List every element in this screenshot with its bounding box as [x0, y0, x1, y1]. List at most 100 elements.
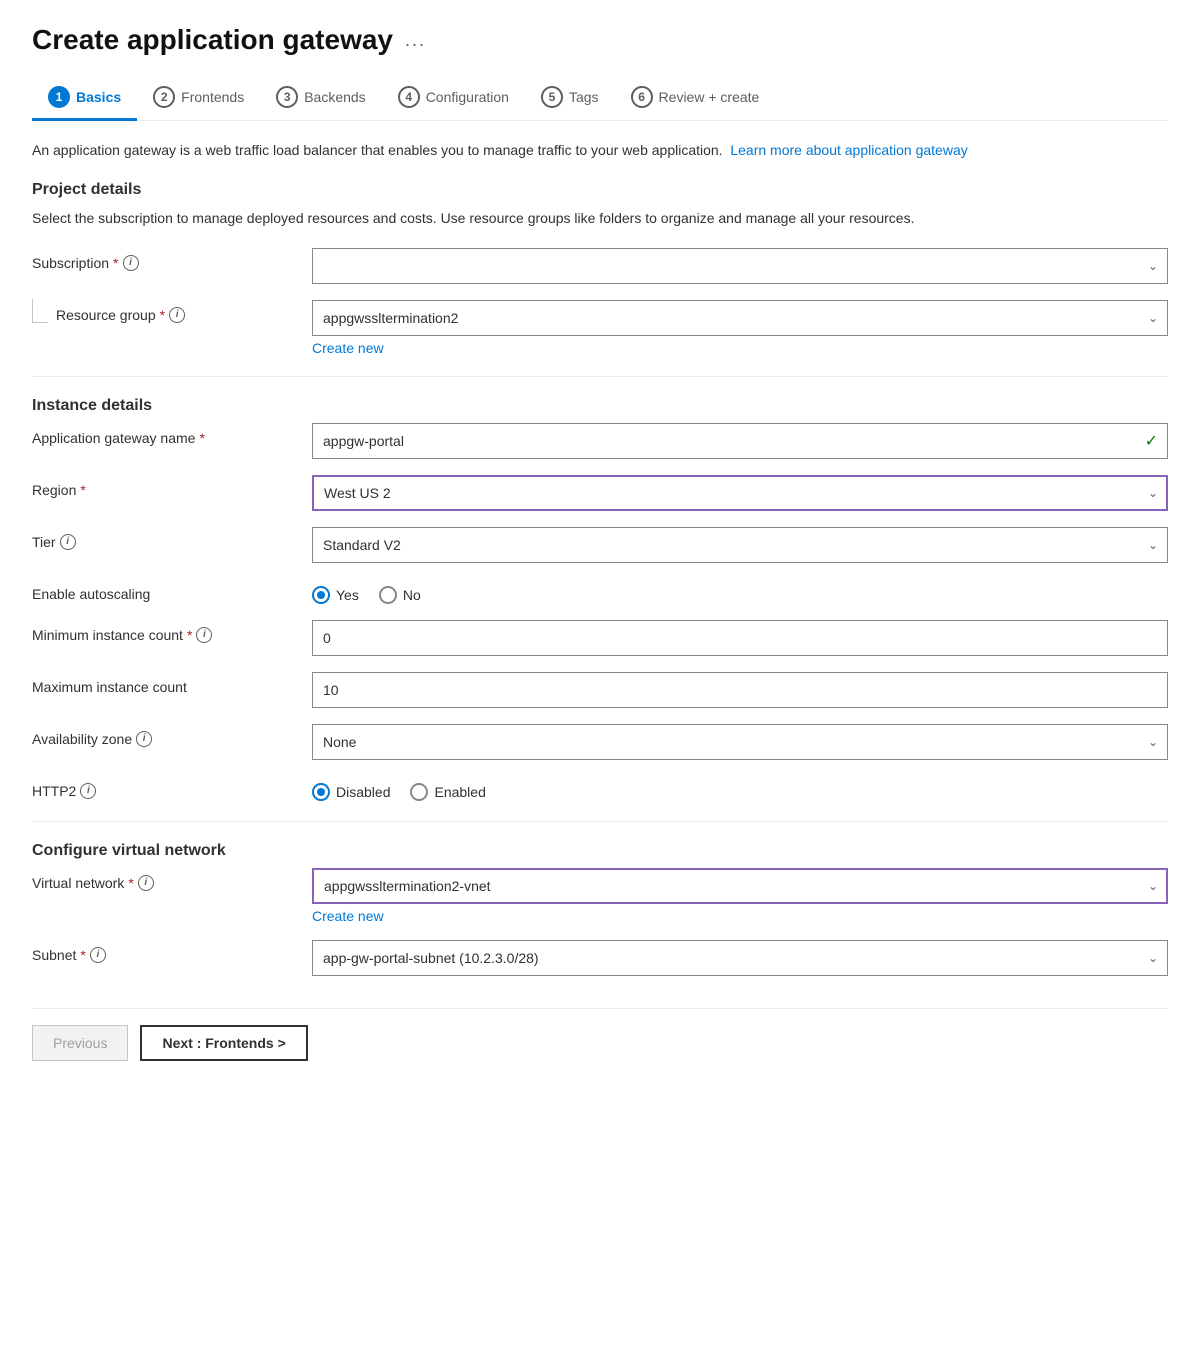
- gateway-name-input-wrapper: ✓: [312, 423, 1168, 459]
- tier-label: Tier: [32, 534, 56, 550]
- tier-select[interactable]: Standard V2: [312, 527, 1168, 563]
- min-instance-label-col: Minimum instance count * i: [32, 620, 312, 643]
- page-title: Create application gateway: [32, 24, 393, 56]
- resource-group-label: Resource group: [56, 307, 156, 323]
- tab-label-configuration: Configuration: [426, 89, 509, 105]
- resource-group-select-wrapper: appgwssltermination2 ⌄: [312, 300, 1168, 336]
- learn-more-suffix[interactable]: about application gateway: [802, 142, 968, 158]
- http2-disabled-option[interactable]: Disabled: [312, 783, 390, 801]
- max-instance-input[interactable]: [312, 672, 1168, 708]
- region-select-wrapper: West US 2 ⌄: [312, 475, 1168, 511]
- subnet-label: Subnet: [32, 947, 76, 963]
- tab-number-4: 4: [398, 86, 420, 108]
- tier-info-icon[interactable]: i: [60, 534, 76, 550]
- tier-control: Standard V2 ⌄: [312, 527, 1168, 563]
- tab-tags[interactable]: 5 Tags: [525, 76, 615, 121]
- ellipsis-menu-button[interactable]: ...: [405, 30, 426, 51]
- page-description: An application gateway is a web traffic …: [32, 139, 1168, 161]
- min-instance-input[interactable]: [312, 620, 1168, 656]
- http2-info-icon[interactable]: i: [80, 783, 96, 799]
- tab-backends[interactable]: 3 Backends: [260, 76, 381, 121]
- subscription-label: Subscription: [32, 255, 109, 271]
- autoscaling-control: Yes No: [312, 579, 1168, 604]
- virtual-network-header: Configure virtual network: [32, 842, 1168, 860]
- min-instance-required: *: [187, 627, 192, 643]
- tab-number-6: 6: [631, 86, 653, 108]
- resource-group-label-col: Resource group * i: [32, 300, 312, 323]
- region-control: West US 2 ⌄: [312, 475, 1168, 511]
- tab-number-1: 1: [48, 86, 70, 108]
- tab-number-3: 3: [276, 86, 298, 108]
- description-text: An application gateway is a web traffic …: [32, 142, 723, 158]
- http2-enabled-radio[interactable]: [410, 783, 428, 801]
- virtual-network-row: Virtual network * i appgwssltermination2…: [32, 868, 1168, 924]
- subnet-control: app-gw-portal-subnet (10.2.3.0/28) ⌄: [312, 940, 1168, 976]
- gateway-name-label-col: Application gateway name *: [32, 423, 312, 446]
- virtual-network-info-icon[interactable]: i: [138, 875, 154, 891]
- gateway-name-input[interactable]: [312, 423, 1168, 459]
- virtual-network-create-new-link[interactable]: Create new: [312, 908, 1168, 924]
- tier-label-col: Tier i: [32, 527, 312, 550]
- autoscaling-no-label: No: [403, 587, 421, 603]
- tab-review-create[interactable]: 6 Review + create: [615, 76, 776, 121]
- http2-control: Disabled Enabled: [312, 776, 1168, 801]
- resource-group-required: *: [160, 307, 165, 323]
- availability-zone-select-wrapper: None ⌄: [312, 724, 1168, 760]
- subscription-select[interactable]: [312, 248, 1168, 284]
- project-details-header: Project details: [32, 181, 1168, 199]
- learn-more-link[interactable]: Learn more: [730, 142, 802, 158]
- next-button[interactable]: Next : Frontends >: [140, 1025, 307, 1061]
- autoscaling-label-col: Enable autoscaling: [32, 579, 312, 602]
- virtual-network-control: appgwssltermination2-vnet ⌄ Create new: [312, 868, 1168, 924]
- tab-label-tags: Tags: [569, 89, 599, 105]
- http2-label-col: HTTP2 i: [32, 776, 312, 799]
- http2-enabled-label: Enabled: [434, 784, 485, 800]
- autoscaling-row: Enable autoscaling Yes No: [32, 579, 1168, 604]
- subnet-required: *: [80, 947, 85, 963]
- virtual-network-select[interactable]: appgwssltermination2-vnet: [312, 868, 1168, 904]
- tier-select-wrapper: Standard V2 ⌄: [312, 527, 1168, 563]
- availability-zone-select[interactable]: None: [312, 724, 1168, 760]
- autoscaling-yes-option[interactable]: Yes: [312, 586, 359, 604]
- subnet-info-icon[interactable]: i: [90, 947, 106, 963]
- tab-label-basics: Basics: [76, 89, 121, 105]
- max-instance-control: [312, 672, 1168, 708]
- subnet-select[interactable]: app-gw-portal-subnet (10.2.3.0/28): [312, 940, 1168, 976]
- previous-button[interactable]: Previous: [32, 1025, 128, 1061]
- subnet-select-wrapper: app-gw-portal-subnet (10.2.3.0/28) ⌄: [312, 940, 1168, 976]
- tier-row: Tier i Standard V2 ⌄: [32, 527, 1168, 563]
- autoscaling-label: Enable autoscaling: [32, 586, 150, 602]
- autoscaling-no-radio[interactable]: [379, 586, 397, 604]
- http2-label: HTTP2: [32, 783, 76, 799]
- virtual-network-label: Virtual network: [32, 875, 124, 891]
- virtual-network-select-wrapper: appgwssltermination2-vnet ⌄: [312, 868, 1168, 904]
- resource-group-info-icon[interactable]: i: [169, 307, 185, 323]
- tab-frontends[interactable]: 2 Frontends: [137, 76, 260, 121]
- virtual-network-required: *: [128, 875, 133, 891]
- tab-label-review-create: Review + create: [659, 89, 760, 105]
- availability-zone-control: None ⌄: [312, 724, 1168, 760]
- region-select[interactable]: West US 2: [312, 475, 1168, 511]
- tab-configuration[interactable]: 4 Configuration: [382, 76, 525, 121]
- max-instance-row: Maximum instance count: [32, 672, 1168, 708]
- availability-zone-info-icon[interactable]: i: [136, 731, 152, 747]
- resource-group-select[interactable]: appgwssltermination2: [312, 300, 1168, 336]
- resource-group-row: Resource group * i appgwssltermination2 …: [32, 300, 1168, 356]
- tab-basics[interactable]: 1 Basics: [32, 76, 137, 121]
- min-instance-info-icon[interactable]: i: [196, 627, 212, 643]
- subscription-row: Subscription * i ⌄: [32, 248, 1168, 284]
- autoscaling-no-option[interactable]: No: [379, 586, 421, 604]
- min-instance-label: Minimum instance count: [32, 627, 183, 643]
- subscription-info-icon[interactable]: i: [123, 255, 139, 271]
- subscription-label-col: Subscription * i: [32, 248, 312, 271]
- subscription-control: ⌄: [312, 248, 1168, 284]
- region-row: Region * West US 2 ⌄: [32, 475, 1168, 511]
- section-divider-1: [32, 376, 1168, 377]
- gateway-name-row: Application gateway name * ✓: [32, 423, 1168, 459]
- http2-disabled-radio[interactable]: [312, 783, 330, 801]
- tab-number-5: 5: [541, 86, 563, 108]
- http2-enabled-option[interactable]: Enabled: [410, 783, 485, 801]
- resource-group-create-new-link[interactable]: Create new: [312, 340, 1168, 356]
- gateway-name-check-icon: ✓: [1145, 431, 1158, 451]
- autoscaling-yes-radio[interactable]: [312, 586, 330, 604]
